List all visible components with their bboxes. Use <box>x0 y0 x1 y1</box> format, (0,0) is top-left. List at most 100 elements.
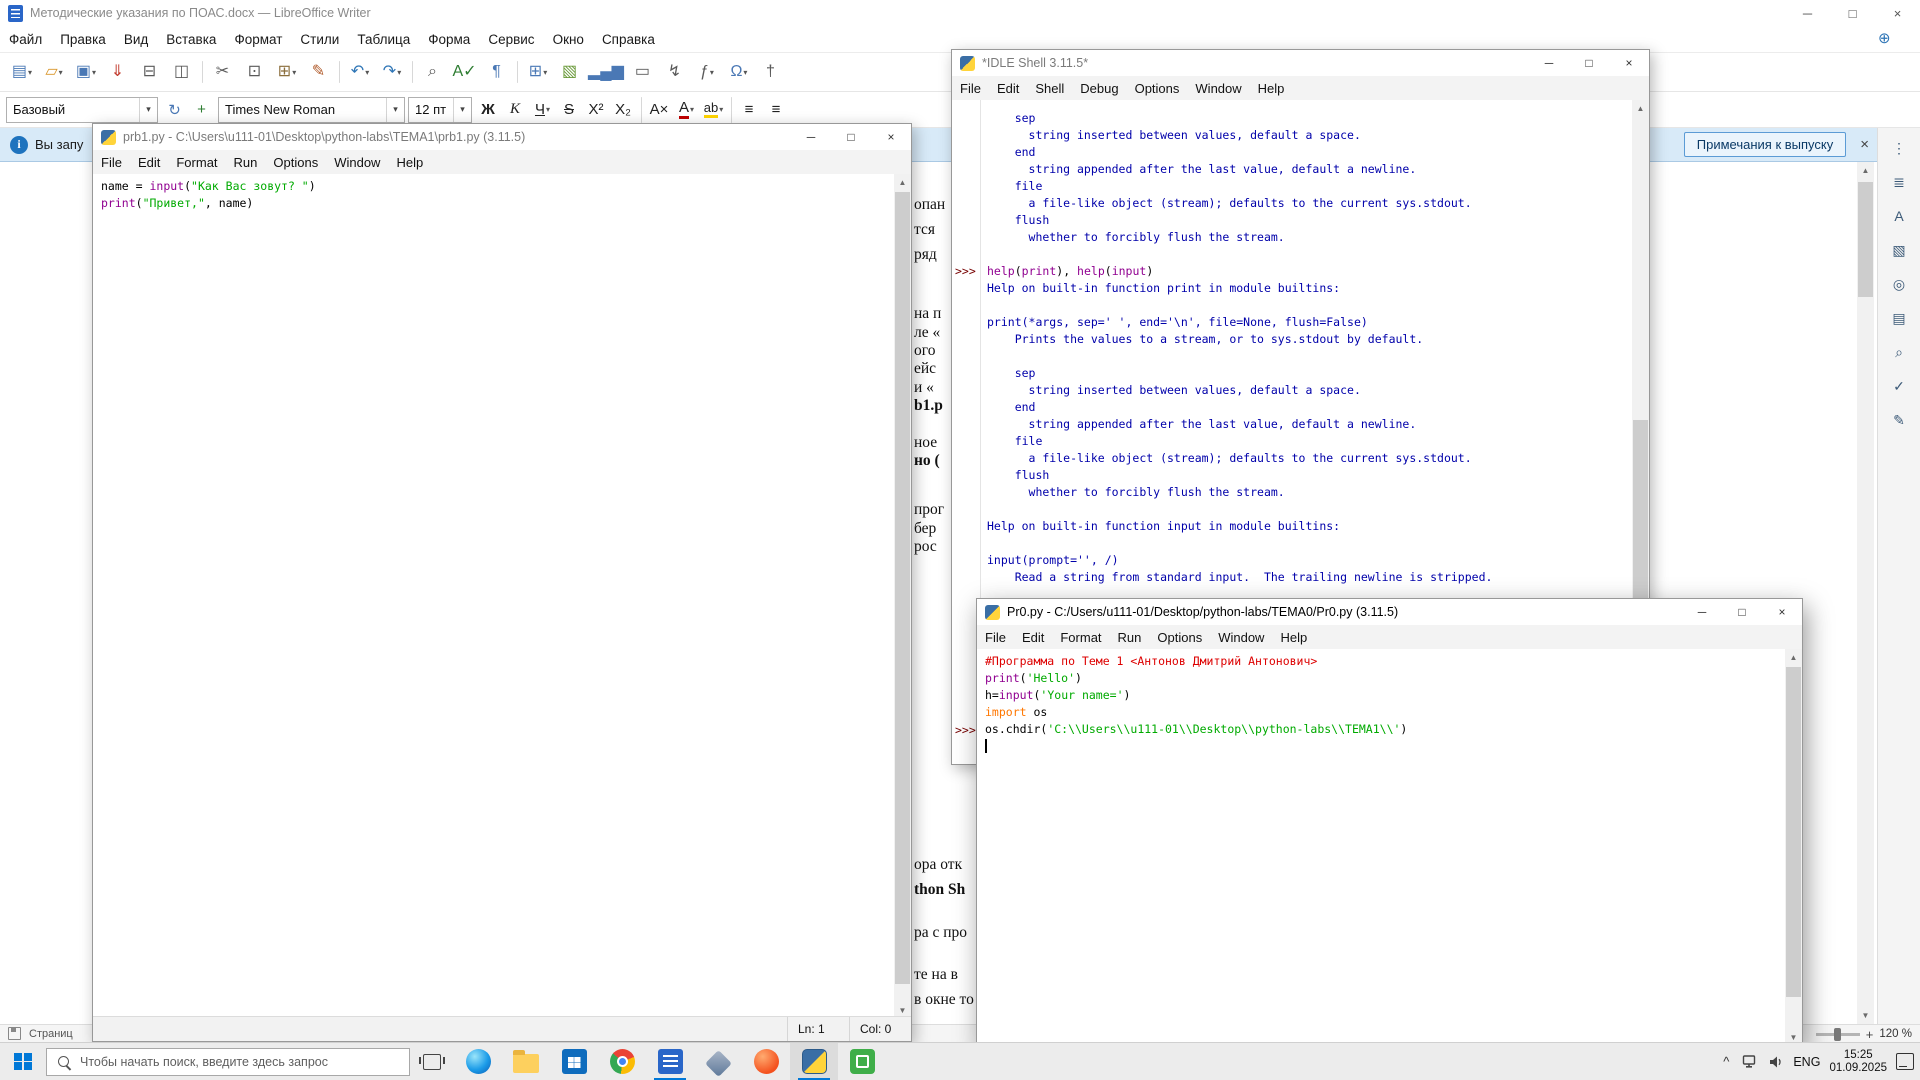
menu-item[interactable]: Format <box>1052 630 1109 645</box>
pr0-scrollbar[interactable]: ▲ ▼ <box>1785 649 1802 1046</box>
track-changes-icon[interactable]: ✎ <box>1886 408 1912 432</box>
menu-item[interactable]: Edit <box>130 155 168 170</box>
insert-field-icon[interactable]: ƒ ▾ <box>691 58 723 86</box>
maximize-button[interactable]: □ <box>1830 0 1875 26</box>
menu-item[interactable]: File <box>977 630 1014 645</box>
toolbar-separator[interactable] <box>202 61 203 83</box>
insert-table-icon[interactable]: ⊞ ▾ <box>522 58 554 86</box>
shell-titlebar[interactable]: *IDLE Shell 3.11.5* ─ □ × <box>952 50 1649 76</box>
network-icon[interactable] <box>1742 1054 1759 1069</box>
pr0-titlebar[interactable]: Pr0.py - C:/Users/u111-01/Desktop/python… <box>977 599 1802 625</box>
menu-item[interactable]: Таблица <box>348 32 419 47</box>
taskbar-writer-icon[interactable] <box>646 1043 694 1080</box>
insert-textbox-icon[interactable]: ▭ <box>627 58 659 86</box>
scroll-down-icon[interactable]: ▼ <box>1857 1007 1874 1024</box>
cut-icon[interactable]: ✂ <box>207 58 239 86</box>
menu-item[interactable]: File <box>93 155 130 170</box>
strikethrough-icon[interactable]: S <box>556 97 583 123</box>
pr0-text-area[interactable]: #Программа по Теме 1 <Антонов Дмитрий Ан… <box>977 649 1785 1046</box>
globe-icon[interactable]: ⊕ <box>1878 29 1891 47</box>
scrollbar-thumb[interactable] <box>1858 182 1873 297</box>
clone-formatting-icon[interactable]: ✎ <box>303 58 335 86</box>
start-button[interactable] <box>0 1043 46 1080</box>
maximize-button[interactable]: □ <box>1569 50 1609 76</box>
toolbar-separator[interactable] <box>641 96 642 123</box>
insert-chart-icon[interactable]: ▂▄▆ <box>586 58 627 86</box>
hidden-icons-chevron[interactable]: ^ <box>1719 1054 1733 1069</box>
menu-item[interactable]: Правка <box>51 32 115 47</box>
taskbar-store-icon[interactable] <box>550 1043 598 1080</box>
close-button[interactable]: × <box>1762 599 1802 625</box>
taskbar-explorer-icon[interactable] <box>502 1043 550 1080</box>
print-preview-icon[interactable]: ◫ <box>166 58 198 86</box>
menu-item[interactable]: Edit <box>989 81 1027 96</box>
language-indicator[interactable]: ENG <box>1793 1055 1820 1069</box>
subscript-icon[interactable]: X₂ <box>610 97 637 123</box>
copy-icon[interactable]: ⊡ <box>239 58 271 86</box>
paste-icon[interactable]: ⊞ ▾ <box>271 58 303 86</box>
formatting-marks-icon[interactable]: ¶ <box>481 58 513 86</box>
menu-item[interactable]: Edit <box>1014 630 1052 645</box>
styles-icon[interactable]: A <box>1886 204 1912 228</box>
taskbar-idle-icon[interactable] <box>790 1043 838 1080</box>
find-replace-icon[interactable]: ⌕ <box>417 58 449 86</box>
menu-item[interactable]: Window <box>1187 81 1249 96</box>
menu-item[interactable]: Window <box>1210 630 1272 645</box>
scrollbar-thumb[interactable] <box>895 192 910 984</box>
zoom-slider[interactable] <box>1815 1027 1860 1041</box>
action-center-icon[interactable] <box>1896 1053 1914 1070</box>
maximize-button[interactable]: □ <box>1722 599 1762 625</box>
chevron-down-icon[interactable]: ▾ <box>453 97 471 122</box>
menu-item[interactable]: Форма <box>419 32 479 47</box>
font-name-select[interactable]: Times New Roman ▾ <box>218 96 405 123</box>
minimize-button[interactable]: ─ <box>1529 50 1569 76</box>
underline-icon[interactable]: Ч ▾ <box>529 97 556 123</box>
menu-item[interactable]: Help <box>388 155 431 170</box>
search-input[interactable] <box>78 1053 402 1070</box>
taskbar-diamond-app-icon[interactable] <box>694 1043 742 1080</box>
close-button[interactable]: × <box>871 124 911 150</box>
menu-item[interactable]: Options <box>1127 81 1188 96</box>
taskbar-orange-app-icon[interactable] <box>742 1043 790 1080</box>
italic-icon[interactable]: К <box>502 97 529 123</box>
minimize-button[interactable]: ─ <box>791 124 831 150</box>
zoom-level-label[interactable]: 120 % <box>1879 1028 1912 1040</box>
toolbar-separator[interactable] <box>731 96 732 123</box>
paragraph-style-select[interactable]: Базовый ▾ <box>6 96 158 123</box>
menu-item[interactable]: Shell <box>1027 81 1072 96</box>
update-style-icon[interactable]: ↻ <box>161 97 188 123</box>
prb1-scrollbar[interactable]: ▲ ▼ <box>894 174 911 1019</box>
chevron-down-icon[interactable]: ▾ <box>386 97 404 122</box>
menu-item[interactable]: Вставка <box>157 32 225 47</box>
menu-item[interactable]: File <box>952 81 989 96</box>
new-style-icon[interactable]: + <box>188 97 215 123</box>
accessibility-check-icon[interactable]: ✓ <box>1886 374 1912 398</box>
scroll-up-icon[interactable]: ▲ <box>894 174 911 191</box>
volume-icon[interactable] <box>1768 1055 1784 1069</box>
prb1-titlebar[interactable]: prb1.py - C:\Users\u111-01\Desktop\pytho… <box>93 124 911 150</box>
zoom-in-icon[interactable]: + <box>1866 1027 1874 1042</box>
zoom-slider-knob[interactable] <box>1833 1027 1841 1041</box>
menu-item[interactable]: Format <box>168 155 225 170</box>
new-document-icon[interactable]: ▤ ▾ <box>6 58 38 86</box>
taskbar-edge-icon[interactable] <box>454 1043 502 1080</box>
taskbar-chrome-icon[interactable] <box>598 1043 646 1080</box>
toolbar-separator[interactable] <box>412 61 413 83</box>
minimize-button[interactable]: ─ <box>1785 0 1830 26</box>
menu-item[interactable]: Сервис <box>479 32 543 47</box>
toolbar-separator[interactable] <box>339 61 340 83</box>
align-center-icon[interactable]: ≡ <box>763 97 790 123</box>
style-inspector-icon[interactable]: ⌕ <box>1886 340 1912 364</box>
scroll-up-icon[interactable]: ▲ <box>1632 100 1649 117</box>
undo-icon[interactable]: ↶ ▾ <box>344 58 376 86</box>
minimize-button[interactable]: ─ <box>1682 599 1722 625</box>
print-icon[interactable]: ⊟ <box>134 58 166 86</box>
menu-item[interactable]: Вид <box>115 32 157 47</box>
release-notes-button[interactable]: Примечания к выпуску <box>1683 132 1847 157</box>
taskbar-search[interactable] <box>46 1047 410 1076</box>
menu-item[interactable]: Window <box>326 155 388 170</box>
special-character-icon[interactable]: Ω ▾ <box>723 58 755 86</box>
superscript-icon[interactable]: X² <box>583 97 610 123</box>
task-view-button[interactable] <box>410 1043 454 1080</box>
clear-formatting-icon[interactable]: A× <box>646 97 673 123</box>
